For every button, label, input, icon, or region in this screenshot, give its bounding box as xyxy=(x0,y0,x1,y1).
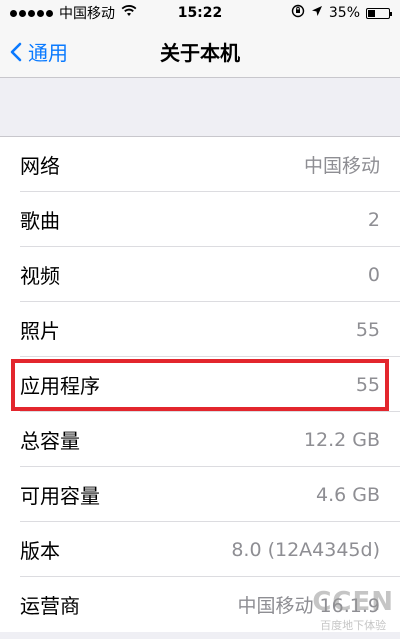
row-label: 可用容量 xyxy=(20,484,100,508)
row-label: 网络 xyxy=(20,154,60,178)
status-right: 35% xyxy=(291,4,392,22)
status-left: 中国移动 xyxy=(10,3,137,23)
rotation-lock-icon xyxy=(291,4,305,22)
row-label: 歌曲 xyxy=(20,209,60,233)
row-value: 0 xyxy=(367,263,380,286)
row-value: 2 xyxy=(367,208,380,231)
status-bar: 中国移动 15:22 35% xyxy=(0,0,400,26)
about-list: 网络 中国移动歌曲 2 视频 0 照片 55 应用程序 55 总容量 12.2 GB 可用容量 4.6 … xyxy=(0,137,400,632)
watermark: CCEN 百度地下体验 xyxy=(312,587,394,633)
nav-bar: 通用 关于本机 xyxy=(0,26,400,78)
signal-icon xyxy=(10,9,53,17)
list-item: 版本 8.0 (12A4345d) xyxy=(0,522,400,577)
row-label: 应用程序 xyxy=(20,374,100,398)
back-label: 通用 xyxy=(28,41,68,65)
row-label: 运营商 xyxy=(20,594,80,618)
row-label: 版本 xyxy=(20,539,60,563)
list-item: 总容量 12.2 GB xyxy=(0,412,400,467)
list-item: 视频 0 xyxy=(0,247,400,302)
row-value: 12.2 GB xyxy=(303,428,380,451)
row-value: 8.0 (12A4345d) xyxy=(231,538,380,561)
list-item: 可用容量 4.6 GB xyxy=(0,467,400,522)
watermark-text: 百度地下体验 xyxy=(320,619,387,632)
battery-icon xyxy=(366,7,392,19)
row-value: 55 xyxy=(355,318,380,341)
watermark-logo: CCEN xyxy=(312,587,394,617)
location-icon xyxy=(311,5,323,21)
back-button[interactable]: 通用 xyxy=(10,37,68,66)
row-label: 视频 xyxy=(20,264,60,288)
section-spacer xyxy=(0,78,400,137)
list-item: 网络 中国移动 xyxy=(0,137,400,192)
carrier-label: 中国移动 xyxy=(59,6,115,22)
wifi-icon xyxy=(121,5,137,21)
row-label: 照片 xyxy=(20,319,60,343)
chevron-left-icon xyxy=(10,42,22,61)
row-value: 4.6 GB xyxy=(315,483,380,506)
row-label: 总容量 xyxy=(20,429,80,453)
row-value: 55 xyxy=(355,373,380,396)
battery-percent: 35% xyxy=(328,5,360,21)
list-item: 应用程序 55 xyxy=(0,357,400,412)
row-value: 中国移动 xyxy=(303,155,380,177)
list-item: 照片 55 xyxy=(0,302,400,357)
list-item: 歌曲 2 xyxy=(0,192,400,247)
